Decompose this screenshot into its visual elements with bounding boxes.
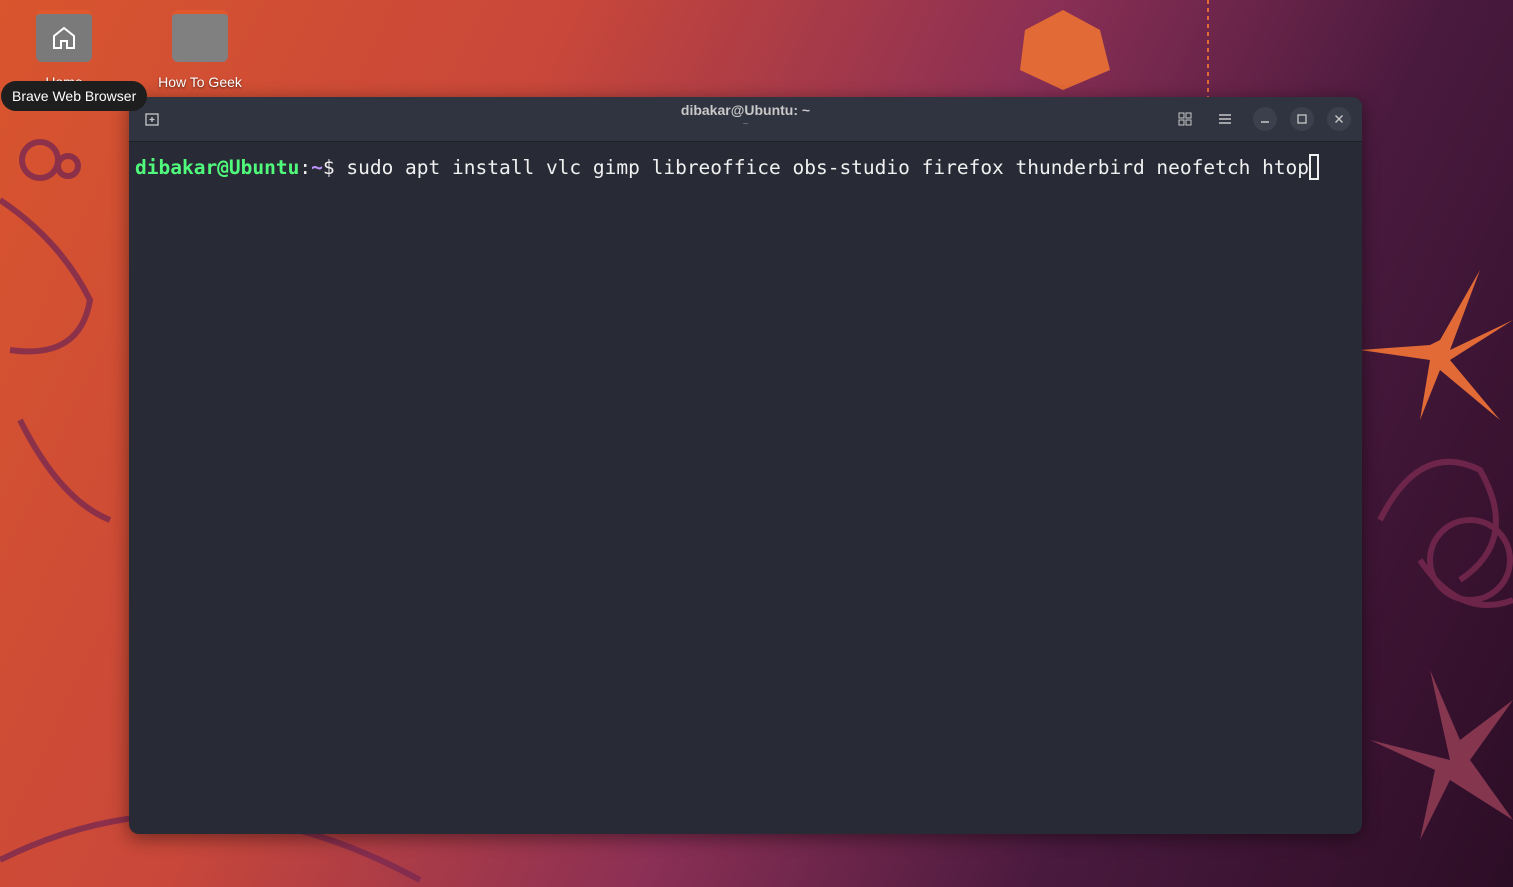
desktop-icon-how-to-geek[interactable]: How To Geek <box>150 10 250 90</box>
tab-overview-button[interactable] <box>1173 107 1197 131</box>
brave-tooltip: Brave Web Browser <box>1 81 148 111</box>
minimize-button[interactable] <box>1253 107 1277 131</box>
terminal-window[interactable]: dibakar@Ubuntu: ~ ~ dibakar@Ubuntu:~$ su… <box>129 97 1362 834</box>
close-icon <box>1335 115 1343 123</box>
menu-button[interactable] <box>1213 107 1237 131</box>
maximize-button[interactable] <box>1290 107 1314 131</box>
desktop-icon-label: How To Geek <box>158 74 242 90</box>
grid-icon <box>1178 112 1192 126</box>
hamburger-icon <box>1219 114 1231 124</box>
maximize-icon <box>1297 114 1307 124</box>
prompt-separator: : <box>299 156 312 179</box>
command-text: sudo apt install vlc gimp libreoffice ob… <box>346 156 1310 179</box>
home-icon <box>36 10 92 62</box>
prompt-symbol: $ <box>322 156 347 179</box>
prompt-user: dibakar@Ubuntu <box>135 156 300 179</box>
terminal-output[interactable]: dibakar@Ubuntu:~$ sudo apt install vlc g… <box>129 142 1362 192</box>
terminal-headerbar[interactable]: dibakar@Ubuntu: ~ ~ <box>129 97 1362 142</box>
minimize-icon <box>1261 121 1269 123</box>
folder-icon <box>172 10 228 62</box>
terminal-cursor <box>1309 154 1320 180</box>
close-button[interactable] <box>1327 107 1351 131</box>
desktop-icon-home[interactable]: Home <box>14 10 114 90</box>
prompt-path: ~ <box>311 156 323 179</box>
